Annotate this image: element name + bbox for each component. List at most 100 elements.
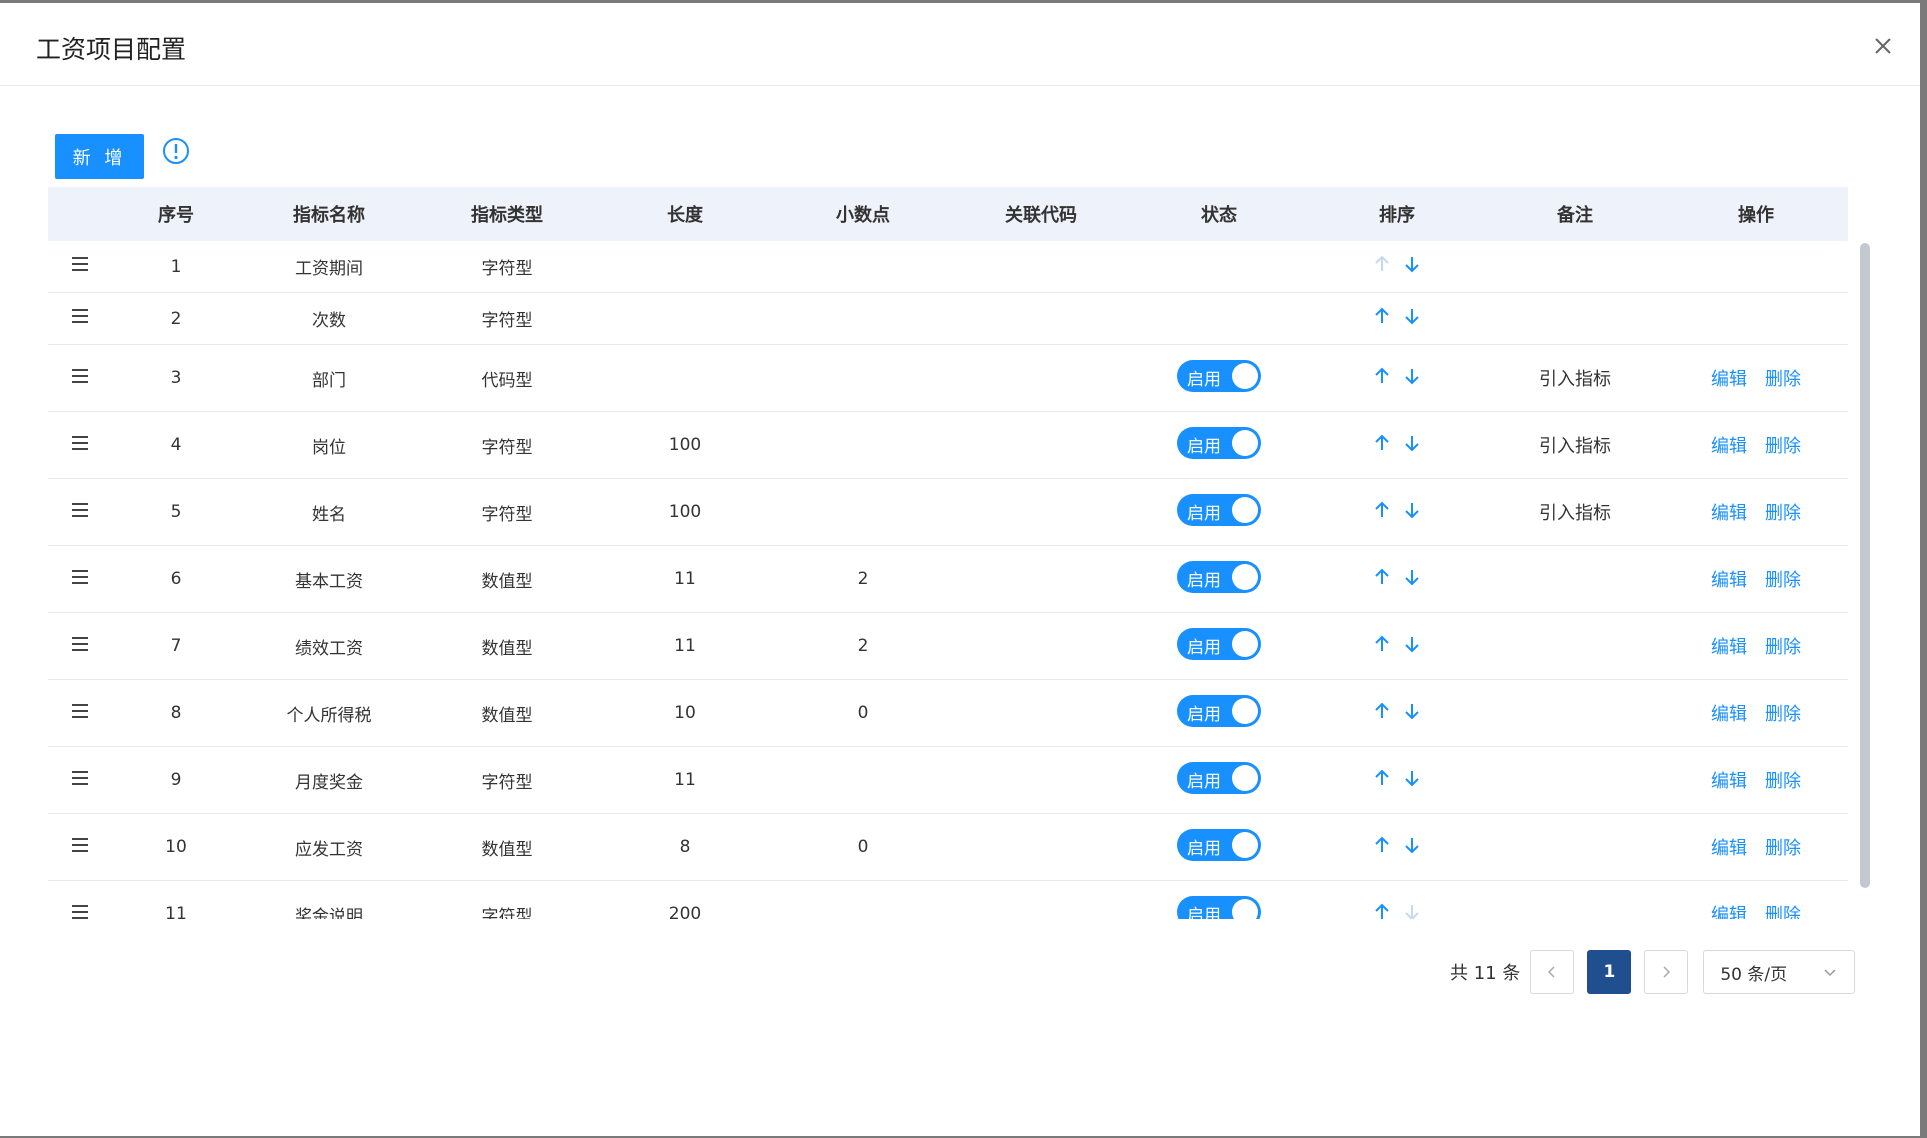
status-toggle[interactable]: 启用 bbox=[1177, 426, 1261, 459]
drag-cell[interactable] bbox=[48, 411, 112, 479]
drag-handle-icon[interactable] bbox=[71, 502, 89, 518]
arrow-up-icon[interactable] bbox=[1372, 902, 1392, 920]
arrow-down-icon[interactable] bbox=[1402, 835, 1422, 855]
status-toggle[interactable]: 启用 bbox=[1177, 493, 1261, 526]
next-page-button[interactable] bbox=[1644, 950, 1689, 994]
arrow-up-icon[interactable] bbox=[1372, 366, 1392, 386]
edit-link[interactable]: 编辑 bbox=[1711, 436, 1747, 457]
status-toggle[interactable]: 启用 bbox=[1177, 359, 1261, 392]
delete-link[interactable]: 删除 bbox=[1765, 905, 1801, 919]
arrow-down-icon[interactable] bbox=[1402, 634, 1422, 654]
edit-link[interactable]: 编辑 bbox=[1711, 838, 1747, 859]
edit-link[interactable]: 编辑 bbox=[1711, 503, 1747, 524]
arrow-down-icon[interactable] bbox=[1402, 567, 1422, 587]
arrow-down-icon[interactable] bbox=[1402, 366, 1422, 386]
arrow-down-icon[interactable] bbox=[1402, 701, 1422, 721]
drag-cell[interactable] bbox=[48, 344, 112, 412]
toggle-knob bbox=[1232, 563, 1258, 590]
status-label: 启用 bbox=[1187, 704, 1221, 725]
delete-link[interactable]: 删除 bbox=[1765, 637, 1801, 658]
drag-cell[interactable] bbox=[48, 478, 112, 546]
close-icon[interactable] bbox=[1868, 31, 1898, 61]
row-index: 5 bbox=[112, 478, 240, 546]
arrow-up-icon[interactable] bbox=[1372, 835, 1392, 855]
row-remark bbox=[1486, 746, 1664, 814]
delete-link[interactable]: 删除 bbox=[1765, 570, 1801, 591]
arrow-up-icon[interactable] bbox=[1372, 567, 1392, 587]
delete-link[interactable]: 删除 bbox=[1765, 369, 1801, 390]
status-toggle[interactable]: 启用 bbox=[1177, 627, 1261, 660]
drag-handle-icon[interactable] bbox=[71, 256, 89, 272]
row-code bbox=[952, 612, 1130, 680]
drag-cell[interactable] bbox=[48, 545, 112, 613]
row-type: 字符型 bbox=[418, 411, 596, 479]
arrow-down-icon[interactable] bbox=[1402, 306, 1422, 326]
status-toggle[interactable]: 启用 bbox=[1177, 694, 1261, 727]
drag-cell[interactable] bbox=[48, 813, 112, 881]
row-code bbox=[952, 478, 1130, 546]
row-name: 应发工资 bbox=[240, 813, 418, 881]
table-row: 1 工资期间 字符型 bbox=[48, 241, 1848, 293]
drag-handle-icon[interactable] bbox=[71, 435, 89, 451]
drag-cell[interactable] bbox=[48, 880, 112, 920]
arrow-up-icon[interactable] bbox=[1372, 433, 1392, 453]
status-toggle[interactable]: 启用 bbox=[1177, 560, 1261, 593]
page-1-button[interactable]: 1 bbox=[1587, 950, 1632, 994]
drag-cell[interactable] bbox=[48, 241, 112, 293]
toggle-knob bbox=[1232, 831, 1258, 858]
drag-handle-icon[interactable] bbox=[71, 308, 89, 324]
drag-cell[interactable] bbox=[48, 292, 112, 345]
edit-link[interactable]: 编辑 bbox=[1711, 637, 1747, 658]
row-decimal bbox=[774, 880, 952, 919]
drag-cell[interactable] bbox=[48, 612, 112, 680]
col-code: 关联代码 bbox=[952, 187, 1130, 241]
toggle-knob bbox=[1232, 630, 1258, 657]
delete-link[interactable]: 删除 bbox=[1765, 436, 1801, 457]
page-size-select[interactable]: 50 条/页 bbox=[1703, 950, 1856, 994]
row-decimal: 0 bbox=[774, 813, 952, 881]
row-remark bbox=[1486, 679, 1664, 747]
status-label: 启用 bbox=[1187, 570, 1221, 591]
arrow-up-icon[interactable] bbox=[1372, 500, 1392, 520]
edit-link[interactable]: 编辑 bbox=[1711, 369, 1747, 390]
prev-page-button[interactable] bbox=[1530, 950, 1575, 994]
delete-link[interactable]: 删除 bbox=[1765, 771, 1801, 792]
row-length bbox=[596, 241, 774, 293]
table-header-row: 序号 指标名称 指标类型 长度 小数点 关联代码 状态 排序 备注 操作 bbox=[48, 187, 1848, 241]
arrow-up-icon[interactable] bbox=[1372, 306, 1392, 326]
vertical-scrollbar[interactable] bbox=[1860, 243, 1870, 888]
edit-link[interactable]: 编辑 bbox=[1711, 570, 1747, 591]
edit-link[interactable]: 编辑 bbox=[1711, 771, 1747, 792]
arrow-down-icon[interactable] bbox=[1402, 433, 1422, 453]
row-status: 启用 bbox=[1130, 545, 1308, 613]
drag-handle-icon[interactable] bbox=[71, 904, 89, 920]
arrow-down-icon[interactable] bbox=[1402, 500, 1422, 520]
arrow-up-icon[interactable] bbox=[1372, 768, 1392, 788]
status-toggle[interactable]: 启用 bbox=[1177, 828, 1261, 861]
delete-link[interactable]: 删除 bbox=[1765, 503, 1801, 524]
row-sort bbox=[1308, 292, 1486, 345]
arrow-up-icon[interactable] bbox=[1372, 701, 1392, 721]
delete-link[interactable]: 删除 bbox=[1765, 704, 1801, 725]
delete-link[interactable]: 删除 bbox=[1765, 838, 1801, 859]
status-toggle[interactable]: 启用 bbox=[1177, 895, 1261, 919]
drag-cell[interactable] bbox=[48, 746, 112, 814]
status-toggle[interactable]: 启用 bbox=[1177, 761, 1261, 794]
arrow-down-icon[interactable] bbox=[1402, 768, 1422, 788]
drag-handle-icon[interactable] bbox=[71, 770, 89, 786]
drag-handle-icon[interactable] bbox=[71, 703, 89, 719]
edit-link[interactable]: 编辑 bbox=[1711, 905, 1747, 919]
edit-link[interactable]: 编辑 bbox=[1711, 704, 1747, 725]
row-actions: 编辑 删除 bbox=[1664, 880, 1848, 919]
add-button[interactable]: 新 增 bbox=[55, 134, 144, 179]
row-status: 启用 bbox=[1130, 612, 1308, 680]
drag-cell[interactable] bbox=[48, 679, 112, 747]
arrow-up-icon[interactable] bbox=[1372, 634, 1392, 654]
row-decimal bbox=[774, 478, 952, 546]
drag-handle-icon[interactable] bbox=[71, 368, 89, 384]
info-icon[interactable] bbox=[161, 136, 191, 166]
drag-handle-icon[interactable] bbox=[71, 837, 89, 853]
drag-handle-icon[interactable] bbox=[71, 636, 89, 652]
drag-handle-icon[interactable] bbox=[71, 569, 89, 585]
arrow-down-icon[interactable] bbox=[1402, 254, 1422, 274]
